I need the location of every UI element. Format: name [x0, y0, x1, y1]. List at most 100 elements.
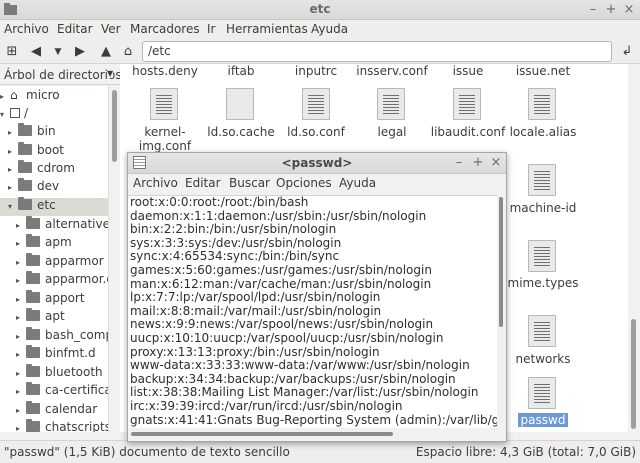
scrollbar-thumb[interactable]	[112, 90, 117, 162]
text-line: mail:x:8:8:mail:/var/mail:/usr/sbin/nolo…	[130, 303, 382, 318]
menu-marcadores[interactable]: Marcadores	[130, 22, 200, 36]
folder-icon	[18, 142, 32, 155]
forward-icon[interactable]: ▶	[70, 42, 90, 62]
home-icon[interactable]: ⌂	[118, 42, 138, 62]
minimize-icon[interactable]: –	[584, 1, 602, 19]
sidebar-item-dev[interactable]: ▸ dev	[8, 178, 59, 197]
scrollbar-thumb[interactable]	[631, 319, 636, 429]
editor-menu-editar[interactable]: Editar	[185, 176, 221, 190]
expand-arrow-icon[interactable]: ▸	[16, 258, 26, 267]
sidebar-mode-selector[interactable]: Árbol de directorios ▼	[0, 65, 120, 85]
sidebar-item-cdrom[interactable]: ▸ cdrom	[8, 160, 75, 179]
expand-arrow-icon[interactable]: ▸	[16, 387, 26, 396]
scrollbar-thumb[interactable]	[131, 432, 393, 436]
sidebar-item-apt[interactable]: ▸ apt	[16, 308, 65, 327]
text-file-icon[interactable]	[302, 88, 330, 120]
menu-editar[interactable]: Editar	[57, 22, 93, 36]
expand-arrow-icon[interactable]: ▸	[16, 221, 26, 230]
expand-arrow-icon[interactable]: ▸	[16, 406, 26, 415]
editor-menu-buscar[interactable]: Buscar	[229, 176, 270, 190]
binary-file-icon[interactable]	[226, 88, 254, 120]
expand-arrow-icon[interactable]: ▸	[8, 165, 18, 174]
folder-icon	[26, 234, 40, 247]
history-dropdown-icon[interactable]: ▼	[48, 42, 68, 62]
expand-arrow-icon[interactable]: ▸	[16, 332, 26, 341]
text-file-icon[interactable]	[528, 164, 556, 196]
sidebar-item-apparmor-d[interactable]: ▸ apparmor.d	[16, 271, 108, 290]
expand-arrow-icon[interactable]: ▸	[16, 350, 26, 359]
location-input[interactable]: /etc	[142, 41, 612, 62]
expand-arrow-icon[interactable]: ▸	[16, 424, 26, 432]
text-file-icon[interactable]	[377, 88, 405, 120]
expand-arrow-icon[interactable]: ▸	[16, 295, 26, 304]
up-icon[interactable]: ▲	[96, 42, 116, 62]
sidebar-scrollbar[interactable]	[108, 86, 120, 432]
file-item-mime-types[interactable]: mime.types	[498, 276, 588, 290]
text-file-icon[interactable]	[528, 88, 556, 120]
sidebar-item-bin[interactable]: ▸ bin	[8, 123, 56, 142]
sidebar-item-bash-completion[interactable]: ▸ bash_completion.d	[16, 327, 108, 346]
collapse-arrow-icon[interactable]: ▾	[8, 202, 18, 211]
editor-menu-archivo[interactable]: Archivo	[133, 176, 178, 190]
go-icon[interactable]: ↲	[617, 42, 637, 62]
file-view-scrollbar[interactable]	[628, 64, 640, 432]
menu-ir[interactable]: Ir	[207, 22, 215, 36]
menu-archivo[interactable]: Archivo	[4, 22, 49, 36]
sidebar-item-binfmt[interactable]: ▸ binfmt.d	[16, 345, 96, 364]
file-item-networks[interactable]: networks	[498, 352, 588, 366]
sidebar-item-boot[interactable]: ▸ boot	[8, 142, 64, 161]
text-file-icon[interactable]	[453, 88, 481, 120]
scrollbar-thumb[interactable]	[499, 197, 503, 327]
expand-arrow-icon[interactable]: ▸	[8, 128, 18, 137]
tree-item-label: ca-certificates	[45, 383, 108, 397]
expand-arrow-icon[interactable]: ▸	[16, 313, 26, 322]
sidebar-item-bluetooth[interactable]: ▸ bluetooth	[16, 364, 103, 383]
text-file-icon[interactable]	[150, 88, 178, 120]
sidebar-item-apparmor[interactable]: ▸ apparmor	[16, 253, 104, 272]
file-item-locale-alias[interactable]: locale.alias	[498, 125, 588, 139]
text-file-icon[interactable]	[528, 315, 556, 347]
editor-vertical-scrollbar[interactable]	[497, 195, 506, 428]
text-file-icon[interactable]	[528, 240, 556, 272]
collapse-arrow-icon[interactable]: ▾	[0, 110, 10, 119]
file-item-passwd[interactable]: passwd	[498, 413, 588, 427]
sidebar-item-chatscripts[interactable]: ▸ chatscripts	[16, 419, 108, 432]
file-item-machine-id[interactable]: machine-id	[498, 201, 588, 215]
sidebar-item-alternatives[interactable]: ▸ alternatives	[16, 216, 108, 235]
expand-arrow-icon[interactable]: ▸	[16, 276, 26, 285]
expand-arrow-icon[interactable]: ▸	[8, 147, 18, 156]
expand-arrow-icon[interactable]: ▸	[16, 239, 26, 248]
menu-herramientas[interactable]: Herramientas	[226, 22, 308, 36]
back-icon[interactable]: ◀	[26, 42, 46, 62]
text-line: games:x:5:60:games:/usr/games:/usr/sbin/…	[130, 262, 432, 277]
menu-ver[interactable]: Ver	[101, 22, 121, 36]
sidebar-item-apm[interactable]: ▸ apm	[16, 234, 72, 253]
editor-horizontal-scrollbar[interactable]	[128, 428, 497, 440]
maximize-icon[interactable]: +	[602, 1, 620, 19]
menu-ayuda[interactable]: Ayuda	[311, 22, 348, 36]
close-icon[interactable]: ×	[620, 1, 638, 19]
expand-arrow-icon[interactable]: ▸	[16, 369, 26, 378]
sidebar-item-apport[interactable]: ▸ apport	[16, 290, 85, 309]
maximize-icon[interactable]: +	[469, 154, 487, 172]
chevron-down-icon: ▼	[107, 69, 114, 78]
sidebar-item-home[interactable]: ▸ ⌂ micro	[0, 88, 108, 106]
editor-menu-ayuda[interactable]: Ayuda	[339, 176, 376, 190]
file-item-issue-net[interactable]: issue.net	[498, 64, 588, 78]
file-name-line: img.conf	[138, 139, 192, 153]
folder-icon	[26, 327, 40, 340]
text-file-icon[interactable]	[528, 377, 556, 409]
expand-arrow-icon[interactable]: ▸	[0, 92, 10, 101]
sidebar-item-calendar[interactable]: ▸ calendar	[16, 401, 97, 420]
tree-item-label: apparmor	[45, 254, 104, 268]
expand-arrow-icon[interactable]: ▸	[8, 183, 18, 192]
close-icon[interactable]: ×	[487, 154, 505, 172]
sidebar-item-ca-certificates[interactable]: ▸ ca-certificates	[16, 382, 108, 401]
minimize-icon[interactable]: –	[450, 154, 468, 172]
sidebar-item-root[interactable]: ▾ /	[0, 106, 108, 124]
editor-text-area[interactable]: root:x:0:0:root:/root:/bin/bash daemon:x…	[128, 195, 497, 428]
folder-icon	[26, 271, 40, 284]
editor-menu-opciones[interactable]: Opciones	[276, 176, 332, 190]
sidebar-item-etc[interactable]: ▾ etc	[0, 197, 108, 216]
new-tab-icon[interactable]: ⊞	[2, 42, 22, 62]
